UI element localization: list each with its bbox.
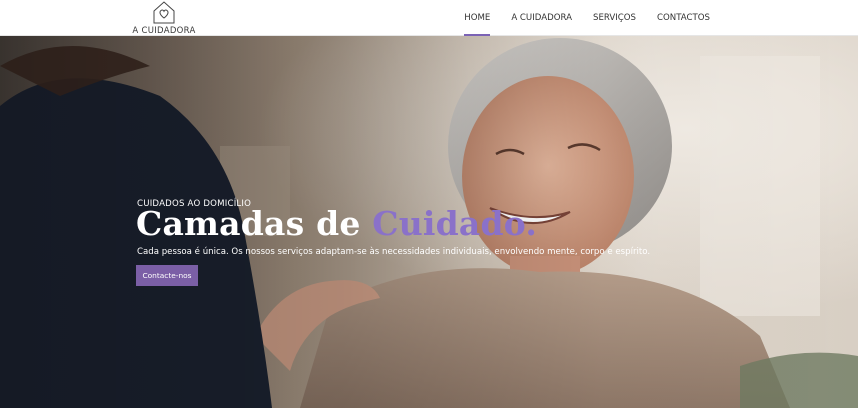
nav-item-a-cuidadora[interactable]: A CUIDADORA [511,0,572,36]
nav-item-servicos[interactable]: SERVIÇOS [593,0,636,36]
contact-button[interactable]: Contacte-nos [136,265,198,286]
nav-item-home[interactable]: HOME [464,0,491,36]
main-nav: HOME A CUIDADORA SERVIÇOS CONTACTOS [443,0,710,36]
brand-logo[interactable]: A CUIDADORA [132,0,196,36]
hero-subtext: Cada pessoa é única. Os nossos serviços … [137,247,651,257]
headline-main: Camadas de [136,204,373,243]
hero-headline: Camadas de Cuidado. [136,204,537,243]
nav-item-contactos[interactable]: CONTACTOS [657,0,710,36]
house-heart-icon [153,1,175,24]
headline-accent: Cuidado. [372,204,538,243]
hero-section: CUIDADOS AO DOMICÍLIO Camadas de Cuidado… [0,36,858,408]
site-header: A CUIDADORA HOME A CUIDADORA SERVIÇOS CO… [0,0,858,36]
brand-name: A CUIDADORA [132,26,196,36]
